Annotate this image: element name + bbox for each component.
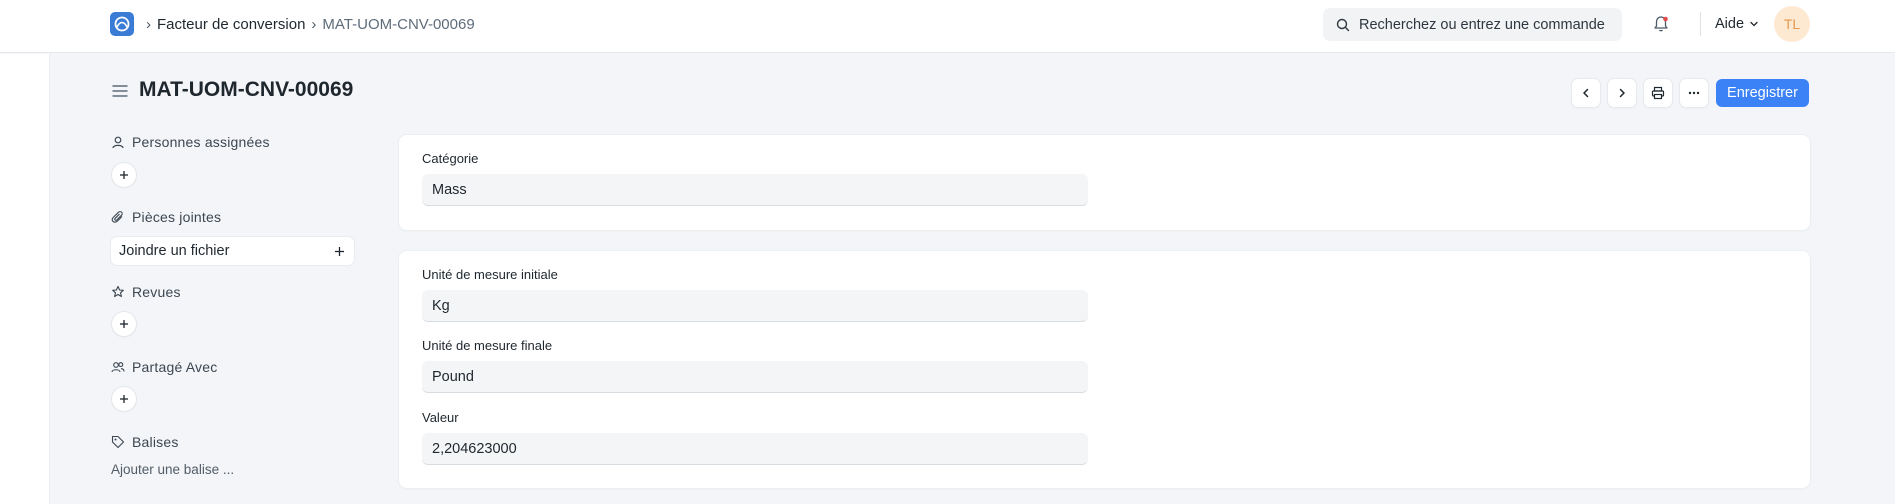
users-icon (111, 362, 125, 373)
page-title: MAT-UOM-CNV-00069 (139, 78, 354, 101)
user-avatar[interactable]: TL (1774, 6, 1810, 42)
plus-icon (120, 395, 128, 403)
shared-with-label: Partagé Avec (132, 359, 218, 375)
breadcrumb-separator-icon: › (146, 15, 151, 33)
to-uom-value: Pound (432, 368, 474, 385)
chevron-left-icon (1583, 88, 1589, 98)
search-placeholder: Recherchez ou entrez une commande (1359, 16, 1605, 33)
breadcrumb: › Facteur de conversion › MAT-UOM-CNV-00… (146, 14, 475, 34)
shared-with-section: Partagé Avec (111, 359, 217, 375)
attach-file-button[interactable]: Joindre un fichier (111, 237, 354, 265)
to-uom-label: Unité de mesure finale (422, 338, 553, 353)
save-button[interactable]: Enregistrer (1716, 79, 1809, 107)
attachments-section: Pièces jointes (111, 209, 221, 225)
star-icon (112, 285, 124, 298)
breadcrumb-current-document[interactable]: MAT-UOM-CNV-00069 (322, 16, 474, 33)
help-label: Aide (1715, 16, 1745, 32)
add-tag-link[interactable]: Ajouter une balise ... (111, 462, 234, 477)
print-button[interactable] (1644, 79, 1672, 107)
sidebar-toggle-icon[interactable] (112, 84, 128, 98)
next-document-button[interactable] (1608, 79, 1636, 107)
search-bar[interactable]: Recherchez ou entrez une commande (1323, 8, 1622, 41)
more-actions-button[interactable] (1680, 79, 1708, 107)
left-gutter (0, 54, 50, 504)
add-share-button[interactable] (112, 387, 136, 411)
value-value: 2,204623000 (432, 440, 517, 457)
attach-file-label: Joindre un fichier (119, 243, 230, 259)
category-field[interactable]: Mass (422, 174, 1088, 206)
assigned-to-label: Personnes assignées (132, 134, 270, 150)
reviews-label: Revues (132, 284, 181, 300)
assigned-to-section: Personnes assignées (111, 134, 270, 150)
previous-document-button[interactable] (1572, 79, 1600, 107)
navbar-divider (1700, 12, 1701, 36)
add-assignee-button[interactable] (112, 163, 136, 187)
ellipsis-icon (1688, 91, 1700, 95)
breadcrumb-doctype-link[interactable]: Facteur de conversion (157, 16, 305, 33)
tags-label: Balises (132, 434, 179, 450)
chevron-down-icon (1750, 21, 1758, 27)
attachments-label: Pièces jointes (132, 209, 222, 225)
from-uom-label: Unité de mesure initiale (422, 267, 558, 282)
reviews-section: Revues (111, 284, 181, 300)
from-uom-field[interactable]: Kg (422, 290, 1088, 322)
search-icon (1336, 18, 1350, 31)
printer-icon (1651, 86, 1665, 100)
category-card: Catégorie Mass (399, 135, 1810, 230)
category-value: Mass (432, 181, 467, 198)
help-dropdown[interactable]: Aide (1715, 14, 1759, 34)
value-field[interactable]: 2,204623000 (422, 433, 1088, 465)
app-logo-icon[interactable] (110, 12, 134, 36)
paperclip-icon (111, 211, 123, 223)
tags-section: Balises (111, 434, 179, 450)
plus-icon (120, 171, 128, 179)
breadcrumb-separator-icon: › (311, 15, 317, 33)
from-uom-value: Kg (432, 297, 450, 314)
conversion-card: Unité de mesure initiale Kg Unité de mes… (399, 251, 1810, 488)
top-navbar: › Facteur de conversion › MAT-UOM-CNV-00… (0, 0, 1895, 53)
plus-icon (120, 320, 128, 328)
user-icon (112, 136, 124, 149)
plus-icon (335, 246, 344, 256)
notification-bell-icon[interactable] (1652, 14, 1670, 34)
tag-icon (111, 435, 125, 449)
value-label: Valeur (422, 410, 459, 425)
chevron-right-icon (1619, 88, 1625, 98)
add-review-button[interactable] (112, 312, 136, 336)
category-label: Catégorie (422, 151, 479, 166)
to-uom-field[interactable]: Pound (422, 361, 1088, 393)
